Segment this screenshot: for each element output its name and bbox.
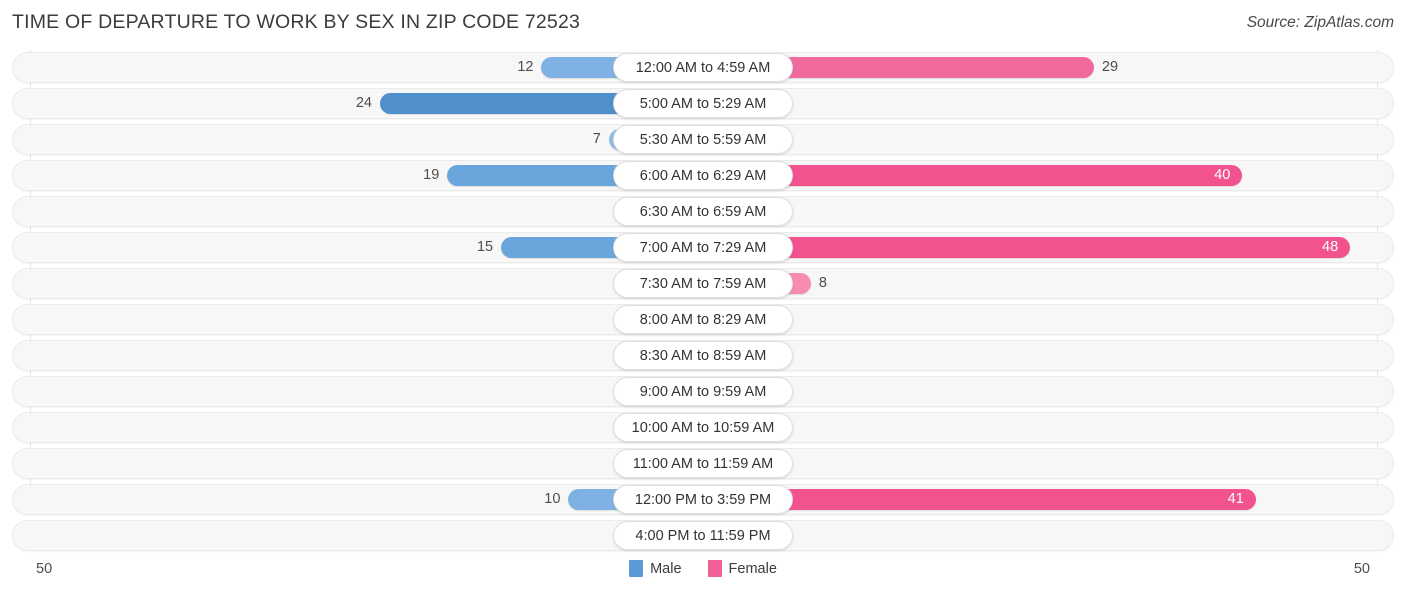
bar-value-male: 10 xyxy=(544,491,561,507)
bar-rows-container: 12 29 12:00 AM to 4:59 AM 2415:00 AM to 5:2… xyxy=(0,50,1406,554)
legend-swatch-male-icon xyxy=(629,560,644,577)
row-bars: 15 48 7:00 AM to 7:29 AM xyxy=(0,230,1406,266)
category-label: 6:30 AM to 6:59 AM xyxy=(639,203,767,220)
table-row[interactable]: 087:30 AM to 7:59 AM xyxy=(0,266,1406,302)
category-label: 7:00 AM to 7:29 AM xyxy=(639,239,767,256)
table-row[interactable]: 019:00 AM to 9:59 AM xyxy=(0,374,1406,410)
category-label-pill: 9:00 AM to 9:59 AM xyxy=(613,377,793,406)
table-row[interactable]: 12 29 12:00 AM to 4:59 AM xyxy=(0,50,1406,86)
category-label-pill: 8:00 AM to 8:29 AM xyxy=(613,305,793,334)
table-row[interactable]: 008:30 AM to 8:59 AM xyxy=(0,338,1406,374)
bar-value-female: 8 xyxy=(818,275,827,291)
row-bars: 705:30 AM to 5:59 AM xyxy=(0,122,1406,158)
page-title: TIME OF DEPARTURE TO WORK BY SEX IN ZIP … xyxy=(12,11,581,33)
bar-value-male: 15 xyxy=(476,239,494,255)
category-label-pill: 7:30 AM to 7:59 AM xyxy=(613,269,793,298)
row-bars: 10 41 12:00 PM to 3:59 PM xyxy=(0,482,1406,518)
category-label: 9:00 AM to 9:59 AM xyxy=(639,383,767,400)
row-bars: 0010:00 AM to 10:59 AM xyxy=(0,410,1406,446)
category-label: 8:30 AM to 8:59 AM xyxy=(639,347,767,364)
category-label-pill: 7:00 AM to 7:29 AM xyxy=(613,233,793,262)
row-bars: 12 29 12:00 AM to 4:59 AM xyxy=(0,50,1406,86)
bar-value-female: 40 xyxy=(1214,167,1231,183)
category-label: 5:30 AM to 5:59 AM xyxy=(639,131,767,148)
category-label-pill: 5:00 AM to 5:29 AM xyxy=(613,89,793,118)
legend-swatch-female-icon xyxy=(707,560,722,577)
category-label: 10:00 AM to 10:59 AM xyxy=(631,419,775,436)
legend-label-male: Male xyxy=(650,560,682,577)
table-row[interactable]: 006:30 AM to 6:59 AM xyxy=(0,194,1406,230)
legend: Male Female xyxy=(0,560,1406,577)
row-bars: 19 40 6:00 AM to 6:29 AM xyxy=(0,158,1406,194)
row-bars: 087:30 AM to 7:59 AM xyxy=(0,266,1406,302)
table-row[interactable]: 2415:00 AM to 5:29 AM xyxy=(0,86,1406,122)
row-bars: 004:00 PM to 11:59 PM xyxy=(0,518,1406,554)
category-label: 7:30 AM to 7:59 AM xyxy=(639,275,767,292)
category-label-pill: 12:00 PM to 3:59 PM xyxy=(613,485,793,514)
row-bars: 2415:00 AM to 5:29 AM xyxy=(0,86,1406,122)
legend-label-female: Female xyxy=(728,560,777,577)
category-label-pill: 4:00 PM to 11:59 PM xyxy=(613,521,793,550)
category-label-pill: 6:00 AM to 6:29 AM xyxy=(613,161,793,190)
bar-value-female: 48 xyxy=(1322,239,1339,255)
chart-footer: 50 50 Male Female xyxy=(0,555,1406,595)
bar-value-female: 41 xyxy=(1227,491,1244,507)
bar-female[interactable] xyxy=(703,237,1351,258)
category-label-pill: 5:30 AM to 5:59 AM xyxy=(613,125,793,154)
source-attribution: Source: ZipAtlas.com xyxy=(1246,14,1394,31)
category-label: 12:00 PM to 3:59 PM xyxy=(634,491,772,508)
category-label: 5:00 AM to 5:29 AM xyxy=(639,95,767,112)
category-label: 6:00 AM to 6:29 AM xyxy=(639,167,767,184)
table-row[interactable]: 0011:00 AM to 11:59 AM xyxy=(0,446,1406,482)
table-row[interactable]: 10 41 12:00 PM to 3:59 PM xyxy=(0,482,1406,518)
category-label: 8:00 AM to 8:29 AM xyxy=(639,311,767,328)
table-row[interactable]: 705:30 AM to 5:59 AM xyxy=(0,122,1406,158)
table-row[interactable]: 028:00 AM to 8:29 AM xyxy=(0,302,1406,338)
chart-plot-area: 12 29 12:00 AM to 4:59 AM 2415:00 AM to 5:2… xyxy=(0,50,1406,555)
row-bars: 006:30 AM to 6:59 AM xyxy=(0,194,1406,230)
category-label-pill: 6:30 AM to 6:59 AM xyxy=(613,197,793,226)
row-bars: 008:30 AM to 8:59 AM xyxy=(0,338,1406,374)
bar-value-male: 24 xyxy=(355,95,372,111)
category-label: 4:00 PM to 11:59 PM xyxy=(635,527,771,544)
category-label-pill: 11:00 AM to 11:59 AM xyxy=(613,449,793,478)
table-row[interactable]: 15 48 7:00 AM to 7:29 AM xyxy=(0,230,1406,266)
chart-page: TIME OF DEPARTURE TO WORK BY SEX IN ZIP … xyxy=(0,0,1406,595)
category-label: 11:00 AM to 11:59 AM xyxy=(632,455,774,472)
bar-value-male: 7 xyxy=(592,131,601,147)
chart-header: TIME OF DEPARTURE TO WORK BY SEX IN ZIP … xyxy=(0,0,1406,46)
category-label-pill: 10:00 AM to 10:59 AM xyxy=(613,413,793,442)
legend-item-female[interactable]: Female xyxy=(707,560,777,577)
legend-item-male[interactable]: Male xyxy=(629,560,682,577)
row-bars: 028:00 AM to 8:29 AM xyxy=(0,302,1406,338)
row-bars: 019:00 AM to 9:59 AM xyxy=(0,374,1406,410)
category-label-pill: 8:30 AM to 8:59 AM xyxy=(613,341,793,370)
category-label-pill: 12:00 AM to 4:59 AM xyxy=(613,53,793,82)
bar-value-male: 12 xyxy=(517,59,534,75)
table-row[interactable]: 0010:00 AM to 10:59 AM xyxy=(0,410,1406,446)
table-row[interactable]: 19 40 6:00 AM to 6:29 AM xyxy=(0,158,1406,194)
bar-value-male: 19 xyxy=(423,167,440,183)
row-bars: 0011:00 AM to 11:59 AM xyxy=(0,446,1406,482)
bar-value-female: 29 xyxy=(1101,59,1119,75)
table-row[interactable]: 004:00 PM to 11:59 PM xyxy=(0,518,1406,554)
category-label: 12:00 AM to 4:59 AM xyxy=(635,59,771,76)
